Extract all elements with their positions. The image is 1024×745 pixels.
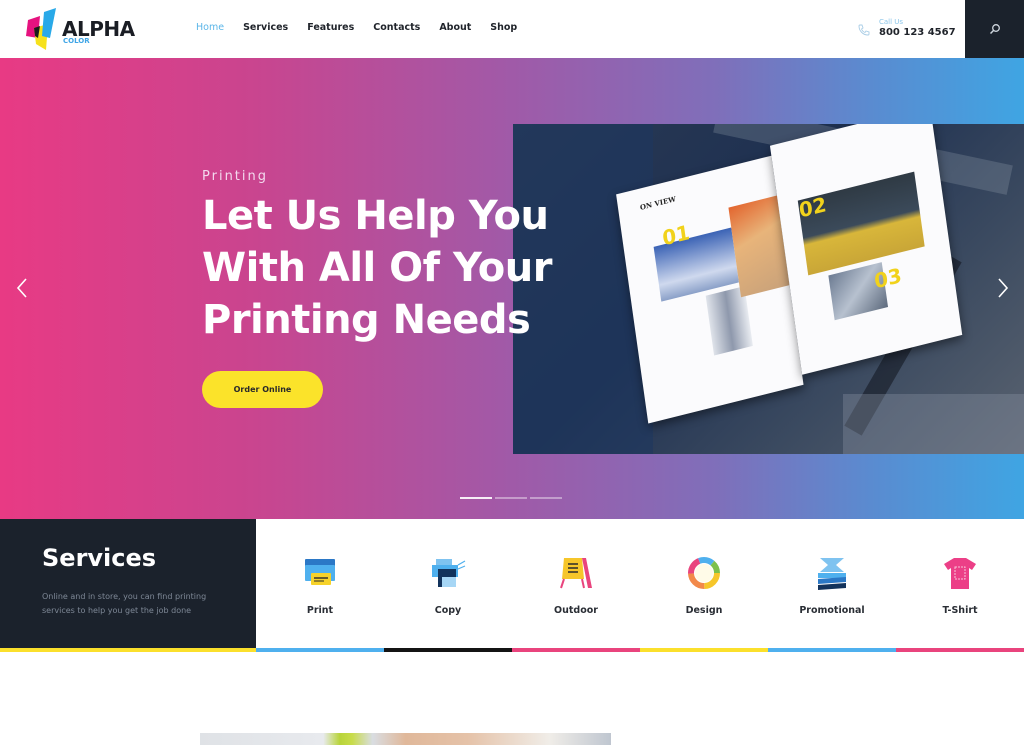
services-intro: Services Online and in store, you can fi… [0, 519, 256, 649]
service-print[interactable]: Print [256, 519, 384, 649]
slider-next-button[interactable] [993, 276, 1013, 300]
search-icon [989, 24, 1000, 35]
service-label: T-Shirt [942, 605, 978, 616]
copier-icon [432, 559, 466, 587]
color-wheel-icon [688, 557, 720, 589]
service-stripe [256, 648, 384, 652]
service-label: Copy [434, 605, 462, 616]
magazine-number-3: 03 [872, 262, 904, 294]
printer-icon [305, 559, 335, 585]
chevron-right-icon [998, 278, 1009, 298]
chevron-left-icon [16, 278, 27, 298]
main-nav: Home Services Features Contacts About Sh… [196, 22, 536, 33]
service-stripe [896, 648, 1024, 652]
nav-services[interactable]: Services [243, 22, 288, 33]
machine-base [843, 394, 1024, 454]
order-online-button[interactable]: Order Online [202, 371, 323, 408]
service-stripe [768, 648, 896, 652]
flyers-icon [818, 558, 846, 590]
service-stripe [512, 648, 640, 652]
services-description: Online and in store, you can find printi… [42, 592, 207, 615]
phone-icon [858, 24, 870, 36]
nav-shop[interactable]: Shop [490, 22, 517, 33]
hero-subtitle: Printing [202, 169, 269, 184]
phone-number[interactable]: 800 123 4567 [879, 27, 956, 38]
site-header: ALPHA COLOR Home Services Features Conta… [0, 0, 1024, 58]
slider-dot-2[interactable] [495, 497, 527, 499]
service-label: Design [685, 605, 723, 616]
magazine-photo-building [705, 286, 753, 356]
nav-about[interactable]: About [439, 22, 471, 33]
call-label: Call Us [879, 18, 904, 26]
hero-slider: ON VIEW 01 02 03 Printing Let Us Help Yo… [0, 58, 1024, 519]
nav-contacts[interactable]: Contacts [373, 22, 420, 33]
service-promotional[interactable]: Promotional [768, 519, 896, 649]
search-button[interactable] [965, 0, 1024, 58]
slider-pagination [460, 497, 562, 499]
logo-sub: COLOR [63, 37, 90, 45]
nav-features[interactable]: Features [307, 22, 354, 33]
service-outdoor[interactable]: Outdoor [512, 519, 640, 649]
service-stripe [640, 648, 768, 652]
logo[interactable]: ALPHA COLOR [26, 8, 135, 50]
service-stripe [384, 648, 512, 652]
service-label: Promotional [799, 605, 865, 616]
magazine-right-page: 02 03 [769, 124, 963, 375]
magazine-photo-man [797, 171, 925, 276]
hero-title: Let Us Help You With All Of Your Printin… [202, 193, 552, 343]
sign-board-icon [560, 558, 592, 589]
service-label: Outdoor [554, 605, 598, 616]
tshirt-icon [944, 558, 976, 589]
slider-dot-3[interactable] [530, 497, 562, 499]
slider-prev-button[interactable] [12, 276, 32, 300]
logo-mark-icon [26, 8, 56, 50]
service-tshirt[interactable]: T-Shirt [896, 519, 1024, 649]
service-design[interactable]: Design [640, 519, 768, 649]
section-image-preview [200, 733, 611, 745]
nav-home[interactable]: Home [196, 22, 224, 33]
service-label: Print [306, 605, 334, 616]
service-copy[interactable]: Copy [384, 519, 512, 649]
services-title: Services [42, 544, 157, 572]
slider-dot-1[interactable] [460, 497, 492, 499]
services-intro-stripe [0, 648, 256, 652]
